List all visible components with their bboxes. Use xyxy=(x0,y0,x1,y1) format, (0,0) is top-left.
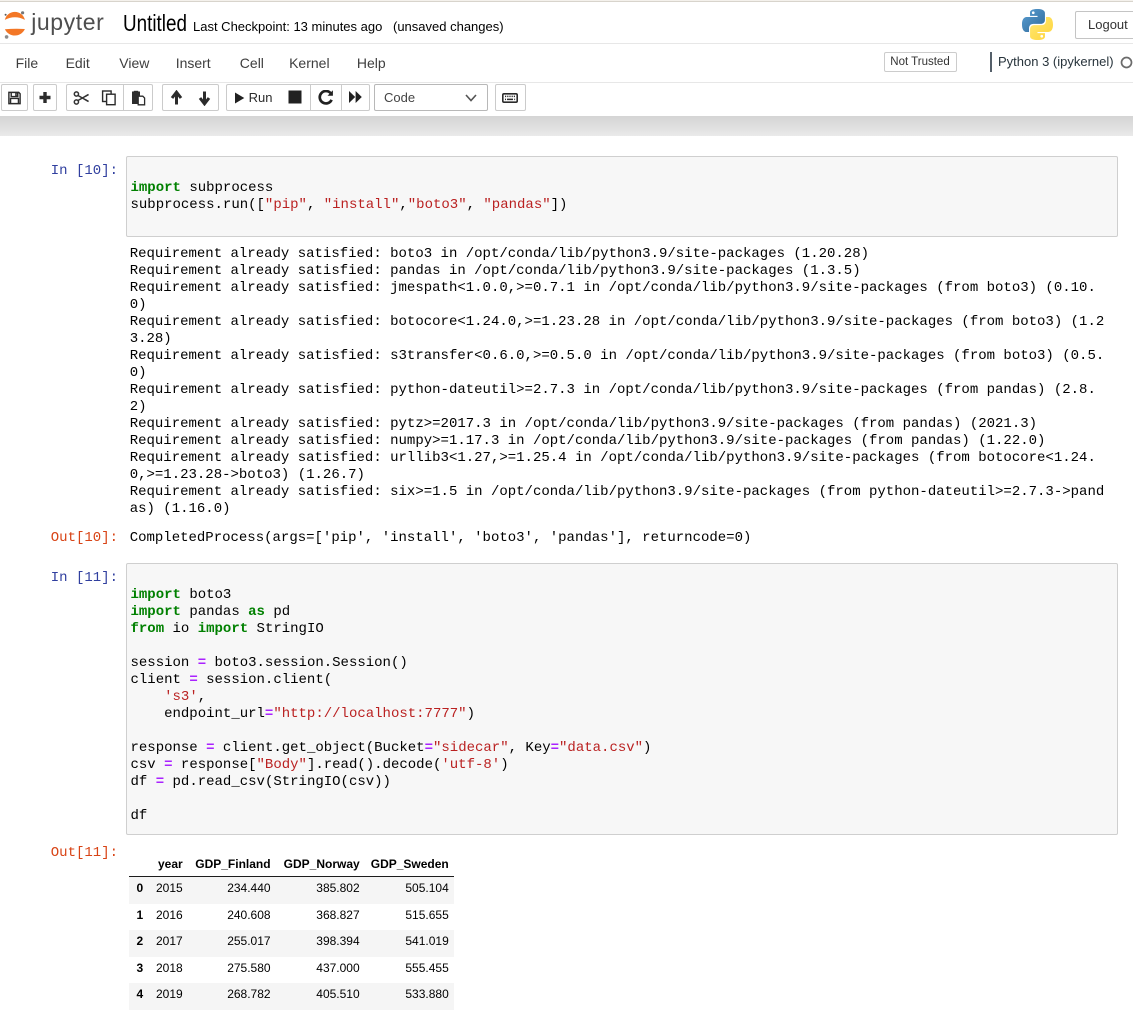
svg-text:jupyter: jupyter xyxy=(30,9,104,35)
